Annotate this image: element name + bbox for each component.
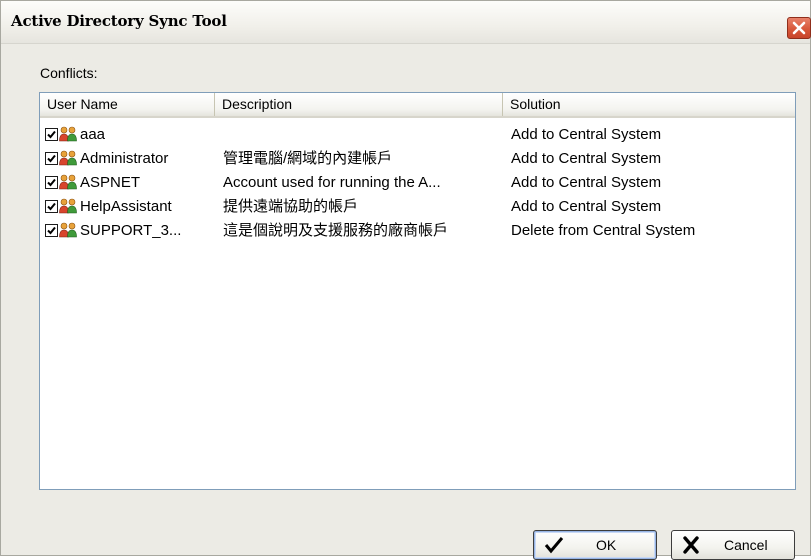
checkbox-checked-icon (47, 154, 56, 163)
table-row[interactable]: Administrator 管理電腦/網域的內建帳戶 Add to Centra… (40, 147, 795, 171)
user-group-icon (59, 126, 77, 142)
x-icon (683, 536, 699, 554)
list-body: aaa Add to Central System Administrator … (40, 123, 795, 243)
row-description: 提供遠端協助的帳戶 (223, 198, 359, 215)
row-user-name: HelpAssistant (80, 198, 172, 215)
table-row[interactable]: aaa Add to Central System (40, 123, 795, 147)
column-header-solution[interactable]: Solution (503, 93, 795, 116)
row-user-name: ASPNET (80, 174, 141, 191)
checkbox-checked-icon (47, 178, 56, 187)
row-description (223, 123, 508, 147)
row-description: 這是個說明及支援服務的廠商帳戶 (223, 222, 449, 239)
list-header: User Name Description Solution (40, 93, 795, 118)
dialog-window: Active Directory Sync Tool Conflicts: Us… (0, 0, 811, 560)
row-solution: Add to Central System (511, 198, 662, 215)
row-checkbox[interactable] (45, 152, 58, 165)
row-user-name: aaa (80, 126, 106, 143)
column-header-description[interactable]: Description (215, 93, 503, 116)
table-row[interactable]: HelpAssistant 提供遠端協助的帳戶 Add to Central S… (40, 195, 795, 219)
column-header-user-name[interactable]: User Name (40, 93, 215, 116)
user-group-icon (59, 174, 77, 190)
row-solution: Add to Central System (511, 150, 662, 167)
checkbox-checked-icon (47, 130, 56, 139)
window-title: Active Directory Sync Tool (11, 12, 227, 30)
row-solution: Delete from Central System (511, 222, 696, 239)
title-bar[interactable]: Active Directory Sync Tool (1, 1, 811, 44)
row-description: 管理電腦/網域的內建帳戶 (223, 150, 393, 167)
row-solution: Add to Central System (511, 174, 662, 191)
close-icon (792, 21, 806, 35)
row-checkbox[interactable] (45, 200, 58, 213)
close-button[interactable] (787, 17, 811, 39)
user-group-icon (59, 150, 77, 166)
checkbox-checked-icon (47, 226, 56, 235)
row-user-name: Administrator (80, 150, 169, 167)
row-description: Account used for running the A... (223, 174, 441, 191)
checkbox-checked-icon (47, 202, 56, 211)
table-row[interactable]: ASPNET Account used for running the A...… (40, 171, 795, 195)
table-row[interactable]: SUPPORT_3... 這是個說明及支援服務的廠商帳戶 Delete from… (40, 219, 795, 243)
user-group-icon (59, 198, 77, 214)
ok-button-label: OK (596, 537, 617, 553)
row-user-name: SUPPORT_3... (80, 222, 182, 239)
row-checkbox[interactable] (45, 224, 58, 237)
cancel-button-label: Cancel (724, 537, 768, 553)
user-group-icon (59, 222, 77, 238)
row-checkbox[interactable] (45, 176, 58, 189)
row-solution: Add to Central System (511, 126, 662, 143)
row-checkbox[interactable] (45, 128, 58, 141)
conflicts-label: Conflicts: (40, 65, 98, 81)
conflicts-list[interactable]: User Name Description Solution aaa Add t… (39, 92, 796, 490)
checkmark-icon (544, 537, 564, 554)
